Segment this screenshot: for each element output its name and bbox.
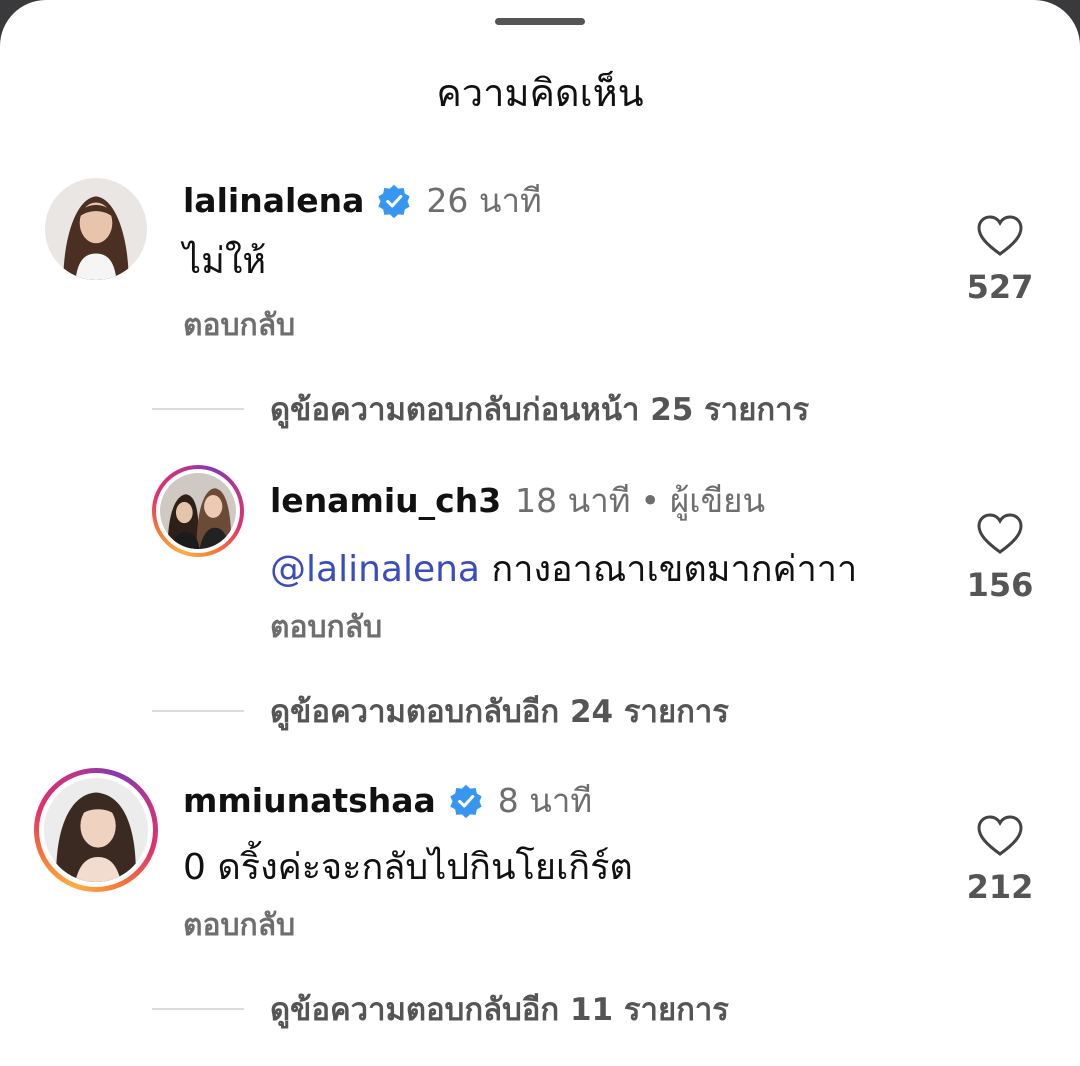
reply-button[interactable]: ตอบกลับ [270,604,382,651]
comment-time: 18 นาที [515,481,631,520]
verified-badge-icon [378,184,411,218]
divider-line [152,408,244,410]
view-replies-button[interactable]: ดูข้อความตอบกลับอีก 24 รายการ [152,686,729,736]
view-replies-button[interactable]: ดูข้อความตอบกลับก่อนหน้า 25 รายการ [152,384,809,434]
reply-button[interactable]: ตอบกลับ [183,302,295,349]
divider-line [152,1008,244,1010]
comment-username[interactable]: lalinalena [183,181,364,220]
heart-icon[interactable] [976,814,1024,858]
comment-time: 26 นาที [426,181,542,220]
like-count: 212 [966,868,1034,906]
like-button[interactable]: 156 [955,512,1045,604]
heart-icon[interactable] [976,512,1024,556]
like-count: 527 [966,268,1034,306]
comment-text: @lalinalena กางอาณาเขตมากค่าาา [270,549,858,590]
sheet-title: ความคิดเห็น [436,71,644,115]
verified-badge-icon [450,784,482,818]
comment-username[interactable]: mmiunatshaa [183,781,436,820]
divider-line [152,710,244,712]
comment-username[interactable]: lenamiu_ch3 [270,481,501,520]
sheet-grabber[interactable] [495,18,585,25]
separator-dot: • [640,481,660,520]
mention-link[interactable]: @lalinalena [270,549,480,590]
comments-sheet: ความคิดเห็น lalinalena 26 นาที ไม่ให้ ตอ… [0,0,1080,1066]
heart-icon[interactable] [976,214,1024,258]
avatar[interactable] [160,473,236,549]
like-button[interactable]: 212 [955,814,1045,906]
view-replies-label[interactable]: ดูข้อความตอบกลับอีก 11 รายการ [270,984,729,1034]
avatar[interactable] [45,178,147,280]
avatar[interactable] [44,778,148,882]
comment-text: 0 ดริ้งค่ะจะกลับไปกินโยเกิร์ต [183,847,633,888]
like-button[interactable]: 527 [955,214,1045,306]
comment-text: ไม่ให้ [183,241,267,282]
reply-button[interactable]: ตอบกลับ [183,902,295,949]
view-replies-label[interactable]: ดูข้อความตอบกลับอีก 24 รายการ [270,686,729,736]
view-replies-label[interactable]: ดูข้อความตอบกลับก่อนหน้า 25 รายการ [270,384,809,434]
comment-time: 8 นาที [497,781,593,820]
like-count: 156 [966,566,1034,604]
author-tag: ผู้เขียน [669,481,766,520]
view-replies-button[interactable]: ดูข้อความตอบกลับอีก 11 รายการ [152,984,729,1034]
